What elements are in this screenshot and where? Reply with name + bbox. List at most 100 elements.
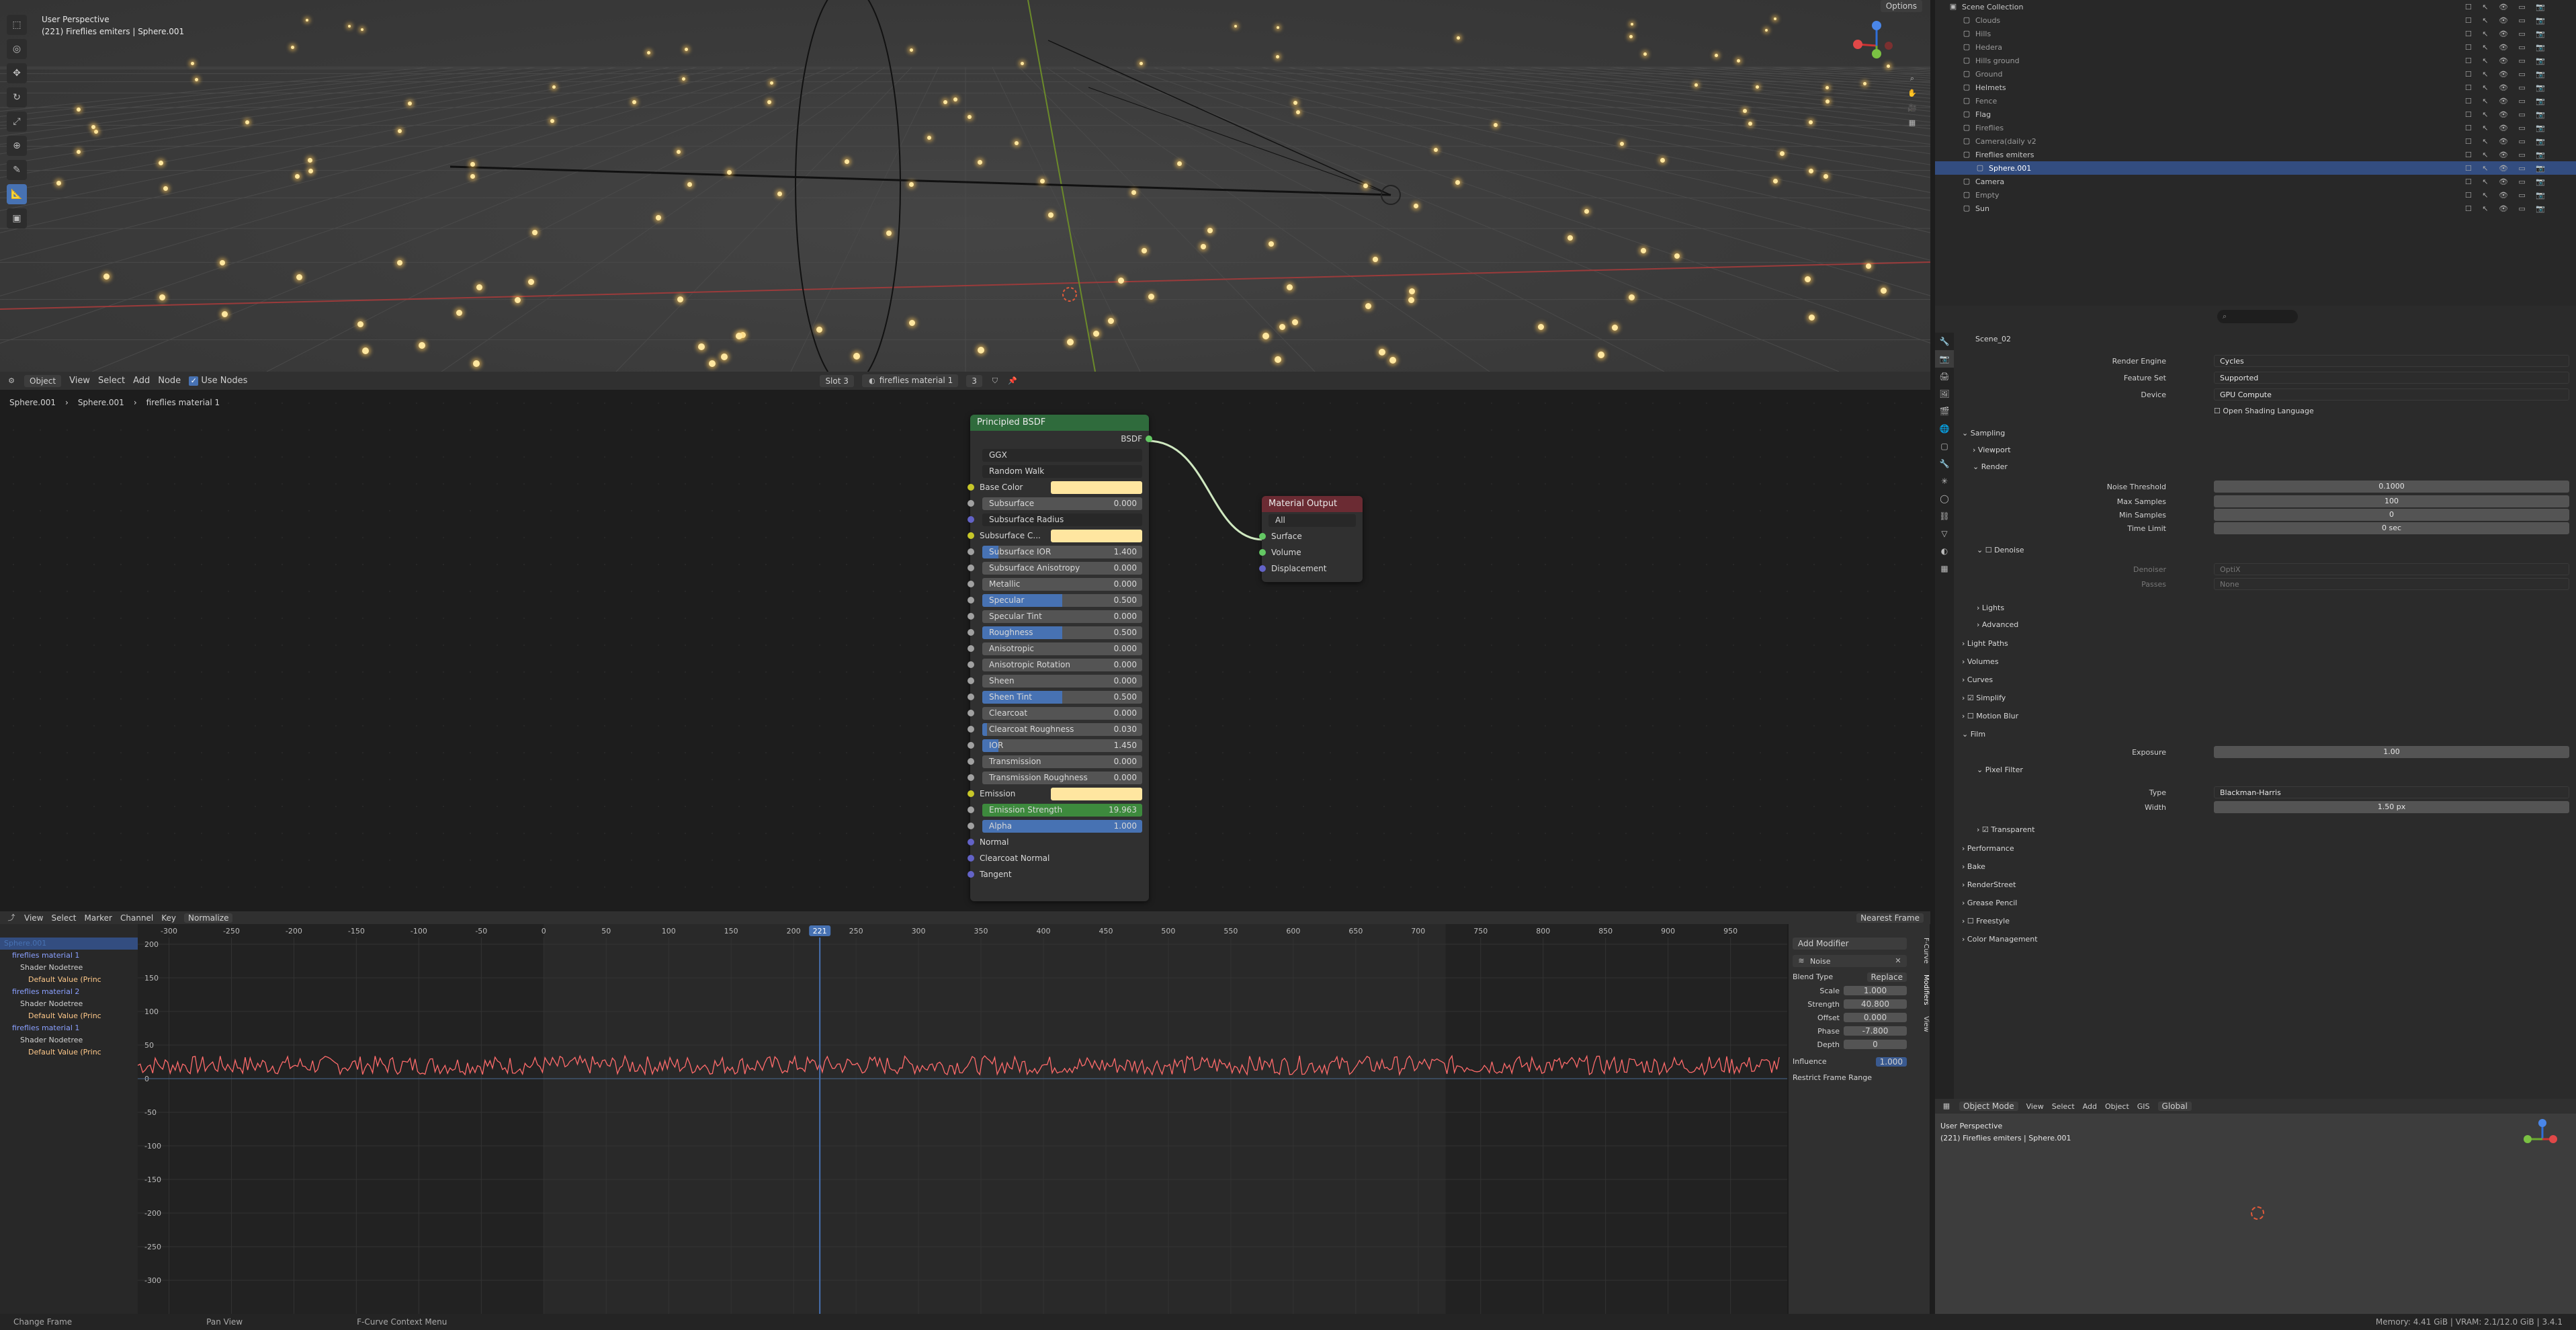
add-modifier-button[interactable]: Add Modifier [1793,938,1907,950]
value-slider[interactable]: Anisotropic Rotation 0.000 [982,659,1142,671]
value-slider[interactable]: Specular 0.500 [982,594,1142,607]
viewport-editor-icon[interactable]: ▦ [1942,1102,1951,1111]
move-tool-icon[interactable]: ✥ [7,63,27,83]
value-slider[interactable]: Clearcoat 0.000 [982,707,1142,720]
input-socket[interactable] [968,790,974,797]
annotate-tool-icon[interactable]: ✎ [7,160,27,180]
editor-type-icon[interactable]: ⚙ [7,376,16,386]
fake-user-icon[interactable]: ⛉ [990,376,1000,386]
input-row-5[interactable]: Subsurface Anisotropy 0.000 [968,560,1142,576]
outliner-row[interactable]: ▢ Fence ☐ ↖ 👁 ▭ 📷 [1935,94,2576,108]
channel-row[interactable]: fireflies material 1 [0,1022,138,1034]
graph-editor[interactable]: -300 -250 -200 -150 -100 -50 0 50 100 150 200 250 30… [0,924,1787,1314]
min-samples-field[interactable]: 0 [2214,509,2569,521]
input-socket[interactable] [968,613,974,620]
input-socket[interactable] [968,694,974,700]
visibility-toggles-icon[interactable]: ☐ ↖ 👁 ▭ 📷 [2465,43,2549,52]
input-row-24[interactable]: Tangent [968,866,1142,882]
tool-tab-icon[interactable]: 🔧 [1935,333,1954,350]
object-tab-icon[interactable]: ▢ [1935,438,1954,455]
color-swatch[interactable] [1051,788,1142,800]
input-row-13[interactable]: Sheen Tint 0.500 [968,689,1142,705]
curves-section[interactable]: › Curves [1962,675,1993,684]
orientation-dropdown[interactable]: Global [2157,1102,2192,1111]
modifier-tab-icon[interactable]: 🔧 [1935,455,1954,472]
value-slider[interactable]: Emission Strength 19.963 [982,804,1142,817]
material-output-node[interactable]: Material Output All Surface Volume Displ… [1259,496,1363,582]
outliner-row[interactable]: ▢ Sphere.001 ☐ ↖ 👁 ▭ 📷 [1935,161,2576,175]
passes-dropdown[interactable]: None [2214,578,2569,590]
modifier-field-value[interactable]: 0.000 [1844,1013,1907,1022]
input-socket[interactable] [968,645,974,652]
graph-menu-key[interactable]: Key [161,913,176,923]
value-slider[interactable]: Subsurface Anisotropy 0.000 [982,562,1142,575]
viewport-subsection[interactable]: › Viewport [1973,446,2011,454]
input-row-0[interactable]: Base Color [968,479,1142,495]
constraints-tab-icon[interactable]: ⛓ [1935,507,1954,525]
max-samples-field[interactable]: 100 [2214,495,2569,507]
scale-tool-icon[interactable]: ⤢ [7,112,27,132]
visibility-toggles-icon[interactable]: ☐ ↖ 👁 ▭ 📷 [2465,83,2549,92]
texture-tab-icon[interactable]: ▦ [1935,560,1954,577]
filter-width-field[interactable]: 1.50 px [2214,801,2569,813]
outliner-row[interactable]: ▢ Hills ☐ ↖ 👁 ▭ 📷 [1935,27,2576,40]
light-paths-section[interactable]: › Light Paths [1962,639,2008,648]
navigation-gizmo-bottom[interactable] [2522,1119,2563,1159]
channel-row[interactable]: fireflies material 2 [0,986,138,998]
menu-node[interactable]: Node [158,376,181,386]
menu-view[interactable]: View [69,376,90,386]
noise-modifier-header[interactable]: ≋ Noise ✕ [1793,955,1907,967]
visibility-toggles-icon[interactable]: ☐ ↖ 👁 ▭ 📷 [2465,177,2549,186]
output-target-dropdown[interactable]: All [1269,514,1356,527]
input-socket[interactable] [968,581,974,587]
input-row-18[interactable]: Transmission Roughness 0.000 [968,770,1142,786]
rotate-tool-icon[interactable]: ↻ [7,87,27,108]
input-row-22[interactable]: Normal [968,834,1142,850]
outliner-row[interactable]: ▢ Empty ☐ ↖ 👁 ▭ 📷 [1935,188,2576,202]
input-socket[interactable] [968,548,974,555]
input-socket[interactable] [968,742,974,749]
value-slider[interactable]: Transmission 0.000 [982,755,1142,768]
input-socket[interactable] [968,629,974,636]
channel-row[interactable]: Default Value (Princ [0,1010,138,1022]
input-row-9[interactable]: Roughness 0.500 [968,624,1142,640]
motion-blur-section[interactable]: › ☐ Motion Blur [1962,712,2018,720]
transform-tool-icon[interactable]: ⊕ [7,136,27,156]
distribution-dropdown[interactable]: GGX [982,449,1142,462]
slot-select[interactable]: Slot 3 [820,374,854,387]
physics-tab-icon[interactable]: ◯ [1935,490,1954,507]
input-socket[interactable] [968,871,974,878]
surface-socket[interactable] [1259,533,1266,540]
outliner-row[interactable]: ▢ Flag ☐ ↖ 👁 ▭ 📷 [1935,108,2576,121]
input-row-1[interactable]: Subsurface 0.000 [968,495,1142,511]
value-slider[interactable]: Subsurface 0.000 [982,497,1142,510]
input-socket[interactable] [968,532,974,539]
film-section[interactable]: ⌄ Film [1962,730,1985,739]
channel-row[interactable]: Shader Nodetree [0,962,138,974]
pixel-filter-subsection[interactable]: ⌄ Pixel Filter [1977,765,2023,774]
bake-section[interactable]: › Bake [1962,862,1985,871]
subsurface-method-dropdown[interactable]: Random Walk [982,465,1142,478]
graph-menu-channel[interactable]: Channel [120,913,153,923]
value-slider[interactable]: Alpha 1.000 [982,820,1142,833]
volumes-section[interactable]: › Volumes [1962,657,1999,666]
outliner-row[interactable]: ▢ Ground ☐ ↖ 👁 ▭ 📷 [1935,67,2576,81]
navigation-gizmo[interactable] [1850,19,1903,73]
simplify-section[interactable]: › ☑ Simplify [1962,694,2006,702]
device-dropdown[interactable]: GPU Compute [2214,388,2569,401]
renderstreet-section[interactable]: › RenderStreet [1962,880,2016,889]
value-slider[interactable]: Roughness 0.500 [982,626,1142,639]
visibility-toggles-icon[interactable]: ☐ ↖ 👁 ▭ 📷 [2465,164,2549,173]
influence-field[interactable]: 1.000 [1875,1057,1907,1067]
outliner-row[interactable]: ▢ Camera ☐ ↖ 👁 ▭ 📷 [1935,175,2576,188]
visibility-toggles-icon[interactable]: ☐ ↖ 👁 ▭ 📷 [2465,191,2549,200]
scene-tab-icon[interactable]: 🎬 [1935,403,1954,420]
pin-icon[interactable]: 📌 [1008,376,1017,386]
principled-bsdf-node[interactable]: Principled BSDF BSDF GGX Random Walk Bas… [968,415,1152,901]
input-row-6[interactable]: Metallic 0.000 [968,576,1142,592]
input-socket[interactable] [968,710,974,716]
input-row-21[interactable]: Alpha 1.000 [968,818,1142,834]
time-limit-field[interactable]: 0 sec [2214,522,2569,534]
use-nodes-checkbox[interactable]: ✓ Use Nodes [189,376,247,386]
input-socket[interactable] [968,677,974,684]
